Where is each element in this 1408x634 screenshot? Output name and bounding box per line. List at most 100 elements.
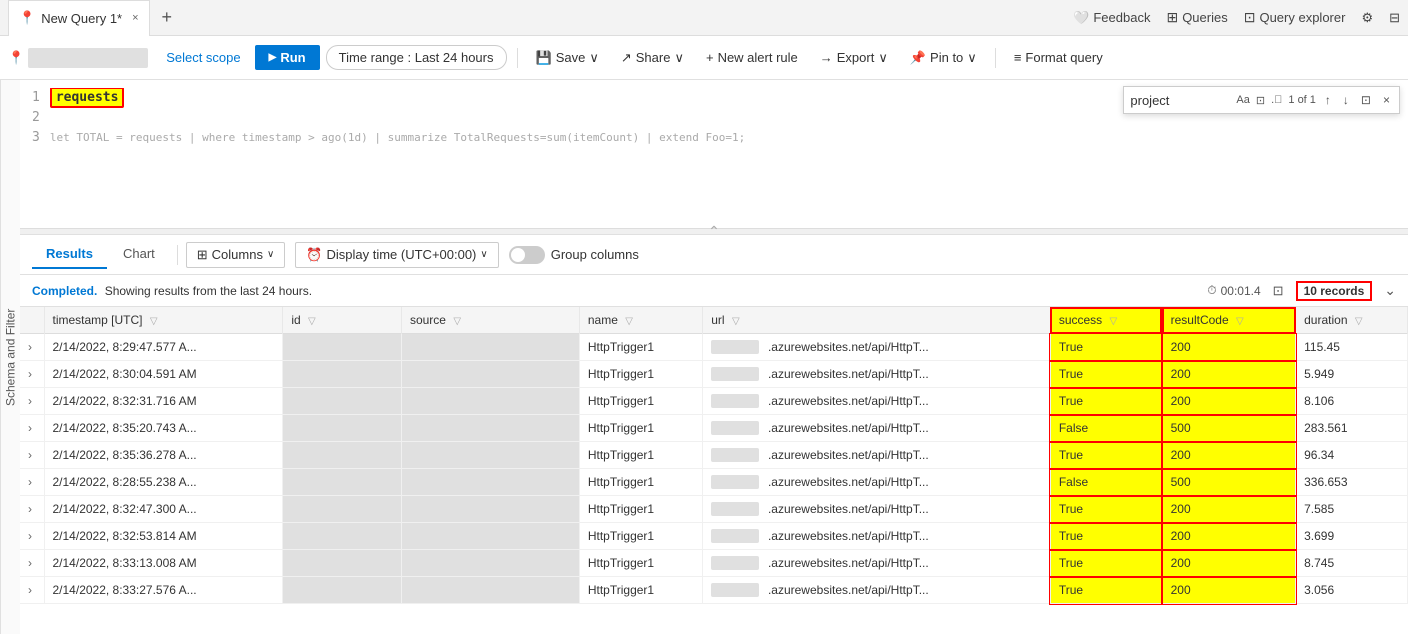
pin-button[interactable]: 📌 Pin to ∨ xyxy=(902,46,985,70)
row-duration-9: 3.056 xyxy=(1296,577,1408,604)
scope-bar xyxy=(28,48,148,68)
query-tab[interactable]: 📍 New Query 1* × xyxy=(8,0,150,36)
row-url-3: https:// .azurewebsites.net/api/HttpT... xyxy=(703,415,1051,442)
search-input[interactable] xyxy=(1130,93,1230,108)
row-id-7 xyxy=(283,523,402,550)
tabs-divider xyxy=(177,245,178,265)
time-range-button[interactable]: Time range : Last 24 hours xyxy=(326,45,507,70)
search-down-button[interactable]: ↓ xyxy=(1340,92,1352,108)
expand-results-icon[interactable]: ⌄ xyxy=(1384,282,1396,299)
col-id[interactable]: id ▽ xyxy=(283,307,402,334)
row-success-4: True xyxy=(1050,442,1162,469)
row-success-6: True xyxy=(1050,496,1162,523)
top-bar: 📍 New Query 1* × + 🤍 Feedback ⊞ Queries … xyxy=(0,0,1408,36)
row-id-3 xyxy=(283,415,402,442)
table-row: ›2/14/2022, 8:33:27.576 A... ...HttpTrig… xyxy=(20,577,1408,604)
row-expand-1[interactable]: › xyxy=(20,361,44,388)
name-filter-icon[interactable]: ▽ xyxy=(625,316,633,327)
duration-filter-icon[interactable]: ▽ xyxy=(1355,316,1363,327)
columns-option[interactable]: ⊞ Columns ∨ xyxy=(186,242,286,268)
row-success-9: True xyxy=(1050,577,1162,604)
save-button[interactable]: 💾 Save ∨ xyxy=(528,46,607,70)
status-right: ⏱ 00:01.4 ⊡ 10 records ⌄ xyxy=(1207,281,1396,301)
row-expand-2[interactable]: › xyxy=(20,388,44,415)
share-button[interactable]: ↗ Share ∨ xyxy=(613,46,692,70)
success-filter-icon[interactable]: ▽ xyxy=(1110,316,1118,327)
row-url-6: https:// .azurewebsites.net/api/HttpT... xyxy=(703,496,1051,523)
row-source-8: ... xyxy=(401,550,579,577)
top-right-actions: 🤍 Feedback ⊞ Queries ⊡ Query explorer ⚙ … xyxy=(1073,9,1400,26)
table-row: ›2/14/2022, 8:32:53.814 AM ...HttpTrigge… xyxy=(20,523,1408,550)
save-chevron-icon: ∨ xyxy=(589,50,599,66)
results-table-container[interactable]: timestamp [UTC] ▽ id ▽ source ▽ name xyxy=(20,307,1408,634)
row-duration-2: 8.106 xyxy=(1296,388,1408,415)
timestamp-filter-icon[interactable]: ▽ xyxy=(150,316,158,327)
tab-close-icon[interactable]: × xyxy=(132,12,138,24)
row-expand-4[interactable]: › xyxy=(20,442,44,469)
row-duration-7: 3.699 xyxy=(1296,523,1408,550)
col-duration[interactable]: duration ▽ xyxy=(1296,307,1408,334)
col-success[interactable]: success ▽ xyxy=(1050,307,1162,334)
queries-link[interactable]: ⊞ Queries xyxy=(1166,9,1227,26)
id-filter-icon[interactable]: ▽ xyxy=(308,316,316,327)
settings-button[interactable]: ⚙ xyxy=(1361,10,1373,26)
resize-handle[interactable]: ⌃ xyxy=(20,228,1408,234)
columns-icon: ⊞ xyxy=(197,247,208,263)
run-button[interactable]: ▶ Run xyxy=(255,45,320,70)
url-filter-icon[interactable]: ▽ xyxy=(732,316,740,327)
row-source-2: ... xyxy=(401,388,579,415)
col-url[interactable]: url ▽ xyxy=(703,307,1051,334)
row-success-3: False xyxy=(1050,415,1162,442)
search-up-button[interactable]: ↑ xyxy=(1322,92,1334,108)
row-expand-3[interactable]: › xyxy=(20,415,44,442)
display-time-option[interactable]: ⏰ Display time (UTC+00:00) ∨ xyxy=(295,242,498,268)
row-expand-6[interactable]: › xyxy=(20,496,44,523)
col-resultcode[interactable]: resultCode ▽ xyxy=(1162,307,1296,334)
source-filter-icon[interactable]: ▽ xyxy=(453,316,461,327)
search-close-button[interactable]: × xyxy=(1380,92,1393,108)
tab-results[interactable]: Results xyxy=(32,240,107,269)
new-alert-button[interactable]: + New alert rule xyxy=(698,46,806,69)
col-timestamp[interactable]: timestamp [UTC] ▽ xyxy=(44,307,283,334)
row-resultcode-1: 200 xyxy=(1162,361,1296,388)
schema-filter-sidebar[interactable]: Schema and Filter xyxy=(0,80,20,634)
row-expand-0[interactable]: › xyxy=(20,334,44,361)
format-query-button[interactable]: ≡ Format query xyxy=(1006,46,1111,69)
line-numbers: 1 2 3 xyxy=(20,88,50,220)
row-duration-1: 5.949 xyxy=(1296,361,1408,388)
export-icon: → xyxy=(820,50,833,65)
layout-button[interactable]: ⊟ xyxy=(1389,10,1400,26)
feedback-link[interactable]: 🤍 Feedback xyxy=(1073,10,1150,26)
query-explorer-icon: ⊡ xyxy=(1244,9,1256,26)
row-id-5 xyxy=(283,469,402,496)
export-button[interactable]: → Export ∨ xyxy=(812,46,896,70)
row-source-9: ... xyxy=(401,577,579,604)
row-expand-9[interactable]: › xyxy=(20,577,44,604)
row-expand-5[interactable]: › xyxy=(20,469,44,496)
row-name-5: HttpTrigger1 xyxy=(579,469,702,496)
search-regex-icon[interactable]: ⊡ xyxy=(1256,94,1265,107)
row-source-0: ... xyxy=(401,334,579,361)
row-expand-7[interactable]: › xyxy=(20,523,44,550)
row-expand-8[interactable]: › xyxy=(20,550,44,577)
resultcode-filter-icon[interactable]: ▽ xyxy=(1236,316,1244,327)
table-row: ›2/14/2022, 8:33:13.008 AM ...HttpTrigge… xyxy=(20,550,1408,577)
select-scope-button[interactable]: Select scope xyxy=(158,46,248,69)
search-more-button[interactable]: ⊡ xyxy=(1358,92,1374,108)
tab-chart[interactable]: Chart xyxy=(109,240,169,269)
col-name[interactable]: name ▽ xyxy=(579,307,702,334)
col-source[interactable]: source ▽ xyxy=(401,307,579,334)
query-explorer-link[interactable]: ⊡ Query explorer xyxy=(1244,9,1346,26)
gear-icon: ⚙ xyxy=(1361,10,1373,26)
search-case-icon[interactable]: Aa xyxy=(1236,94,1249,106)
row-url-9: https:// .azurewebsites.net/api/HttpT... xyxy=(703,577,1051,604)
row-resultcode-8: 200 xyxy=(1162,550,1296,577)
row-name-0: HttpTrigger1 xyxy=(579,334,702,361)
pin-chevron-icon: ∨ xyxy=(967,50,977,66)
search-word-icon[interactable]: .⃟ xyxy=(1271,94,1282,106)
plus-icon: + xyxy=(706,50,714,65)
group-columns-toggle[interactable] xyxy=(509,246,545,264)
row-id-0 xyxy=(283,334,402,361)
row-resultcode-0: 200 xyxy=(1162,334,1296,361)
new-tab-button[interactable]: + xyxy=(154,3,181,32)
